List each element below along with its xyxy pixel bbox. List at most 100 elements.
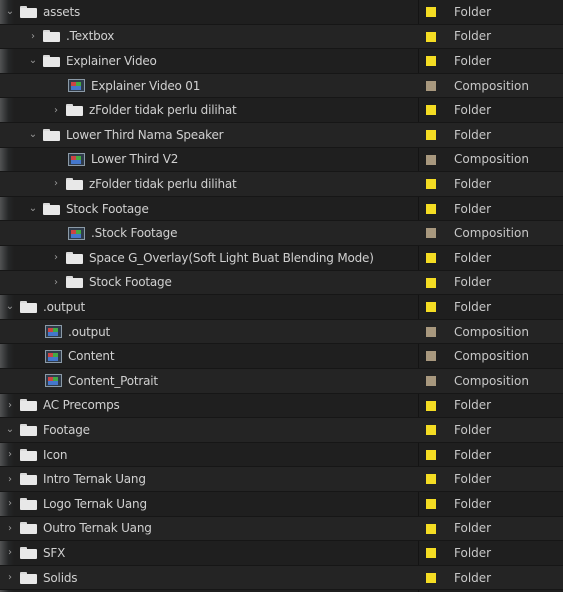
label-color-swatch[interactable] <box>426 474 436 485</box>
item-type: Folder <box>454 127 492 142</box>
folder-icon <box>20 497 37 510</box>
label-color-swatch[interactable] <box>426 302 436 313</box>
expand-chevron-right-icon[interactable]: › <box>50 276 62 288</box>
folder-row[interactable]: › Outro Ternak Uang Folder <box>0 516 563 542</box>
name-cell: ⌄ Lower Third Nama Speaker <box>0 123 445 147</box>
expand-chevron-right-icon[interactable]: › <box>4 449 16 461</box>
item-type: Folder <box>454 545 492 560</box>
label-color-swatch[interactable] <box>426 351 436 362</box>
item-name: Content <box>68 349 115 364</box>
item-name: Solids <box>43 570 78 585</box>
composition-row[interactable]: .output Composition <box>0 319 563 345</box>
label-color-swatch[interactable] <box>426 80 436 91</box>
expand-chevron-right-icon[interactable]: › <box>4 522 16 534</box>
label-color-swatch[interactable] <box>426 130 436 140</box>
composition-row[interactable]: Lower Third V2 Composition <box>0 148 563 173</box>
expand-chevron-right-icon[interactable]: › <box>50 104 62 116</box>
item-name: Stock Footage <box>66 201 149 216</box>
item-name: zFolder tidak perlu dilihat <box>89 103 237 118</box>
label-color-swatch[interactable] <box>426 7 436 17</box>
expand-chevron-down-icon[interactable]: ⌄ <box>27 129 39 141</box>
composition-icon <box>45 374 62 388</box>
folder-row[interactable]: › .Textbox Folder <box>0 24 563 50</box>
item-name: assets <box>43 4 80 19</box>
label-color-swatch[interactable] <box>426 400 436 411</box>
folder-icon <box>66 177 83 190</box>
folder-icon <box>20 5 37 18</box>
folder-icon <box>20 448 37 461</box>
folder-icon <box>66 251 83 264</box>
expand-chevron-down-icon[interactable]: ⌄ <box>4 424 16 436</box>
folder-row[interactable]: ⌄ Explainer Video Folder <box>0 49 563 74</box>
folder-row[interactable]: › SFX Folder <box>0 541 563 566</box>
name-cell: ⌄ assets <box>0 0 422 24</box>
label-color-swatch[interactable] <box>426 277 436 288</box>
expand-chevron-right-icon[interactable]: › <box>4 498 16 510</box>
composition-row[interactable]: .Stock Footage Composition <box>0 221 563 246</box>
folder-icon <box>66 276 83 289</box>
name-cell: Explainer Video 01 <box>0 74 486 98</box>
folder-row[interactable]: ⌄ assets Folder <box>0 0 563 25</box>
composition-row[interactable]: Explainer Video 01 Composition <box>0 73 563 99</box>
name-cell: ⌄ .output <box>0 295 422 319</box>
folder-icon <box>43 202 60 215</box>
label-color-swatch[interactable] <box>426 203 436 214</box>
label-color-swatch[interactable] <box>426 425 436 436</box>
item-type: Folder <box>454 29 492 44</box>
label-color-swatch[interactable] <box>426 31 436 42</box>
label-color-swatch[interactable] <box>426 105 436 116</box>
folder-row[interactable]: › Space G_Overlay(Soft Light Buat Blendin… <box>0 246 563 271</box>
label-color-swatch[interactable] <box>426 523 436 534</box>
folder-row[interactable]: ⌄ Footage Folder <box>0 418 563 443</box>
folder-row[interactable]: › Stock Footage Folder <box>0 270 563 296</box>
folder-row[interactable]: › zFolder tidak perlu dilihat Folder <box>0 172 563 197</box>
folder-row[interactable]: › Icon Folder <box>0 443 563 468</box>
folder-row[interactable]: › Logo Ternak Uang Folder <box>0 492 563 517</box>
item-type: Folder <box>454 299 492 314</box>
expand-chevron-right-icon[interactable]: › <box>4 547 16 559</box>
folder-row[interactable]: ⌄ .output Folder <box>0 295 563 320</box>
folder-icon <box>43 128 60 141</box>
folder-row[interactable]: › AC Precomps Folder <box>0 394 563 419</box>
label-color-swatch[interactable] <box>426 572 436 583</box>
expand-chevron-right-icon[interactable]: › <box>50 178 62 190</box>
item-type: Folder <box>454 53 492 68</box>
label-color-swatch[interactable] <box>426 154 436 165</box>
folder-row[interactable]: › Solids Folder <box>0 565 563 591</box>
folder-icon <box>20 546 37 559</box>
item-name: Intro Ternak Uang <box>43 472 146 487</box>
folder-row[interactable]: › Intro Ternak Uang Folder <box>0 467 563 492</box>
folder-row[interactable]: ⌄ Lower Third Nama Speaker Folder <box>0 123 563 148</box>
item-type: Composition <box>454 349 529 364</box>
item-type: Folder <box>454 201 492 216</box>
expand-chevron-right-icon[interactable]: › <box>27 30 39 42</box>
composition-row[interactable]: Content_Potrait Composition <box>0 369 563 394</box>
label-color-swatch[interactable] <box>426 326 436 337</box>
item-name: Lower Third V2 <box>91 152 179 167</box>
label-color-swatch[interactable] <box>426 253 436 263</box>
label-color-swatch[interactable] <box>426 548 436 559</box>
label-color-swatch[interactable] <box>426 228 436 239</box>
item-name: SFX <box>43 545 66 560</box>
label-color-swatch[interactable] <box>426 376 436 386</box>
expand-chevron-right-icon[interactable]: › <box>4 399 16 411</box>
folder-row[interactable]: › zFolder tidak perlu dilihat Folder <box>0 98 563 123</box>
name-cell: › Space G_Overlay(Soft Light Buat Blendin… <box>0 246 468 270</box>
name-cell: › Solids <box>0 566 422 590</box>
folder-icon <box>20 399 37 412</box>
item-type: Folder <box>454 570 492 585</box>
label-color-swatch[interactable] <box>426 56 436 67</box>
expand-chevron-down-icon[interactable]: ⌄ <box>4 301 16 313</box>
label-color-swatch[interactable] <box>426 499 436 509</box>
expand-chevron-down-icon[interactable]: ⌄ <box>4 6 16 18</box>
composition-row[interactable]: Content Composition <box>0 344 563 369</box>
item-type: Composition <box>454 324 529 339</box>
label-color-swatch[interactable] <box>426 449 436 460</box>
expand-chevron-right-icon[interactable]: › <box>50 252 62 264</box>
expand-chevron-down-icon[interactable]: ⌄ <box>27 55 39 67</box>
folder-row[interactable]: ⌄ Stock Footage Folder <box>0 197 563 222</box>
expand-chevron-right-icon[interactable]: › <box>4 473 16 485</box>
expand-chevron-right-icon[interactable]: › <box>4 572 16 584</box>
expand-chevron-down-icon[interactable]: ⌄ <box>27 203 39 215</box>
label-color-swatch[interactable] <box>426 179 436 190</box>
